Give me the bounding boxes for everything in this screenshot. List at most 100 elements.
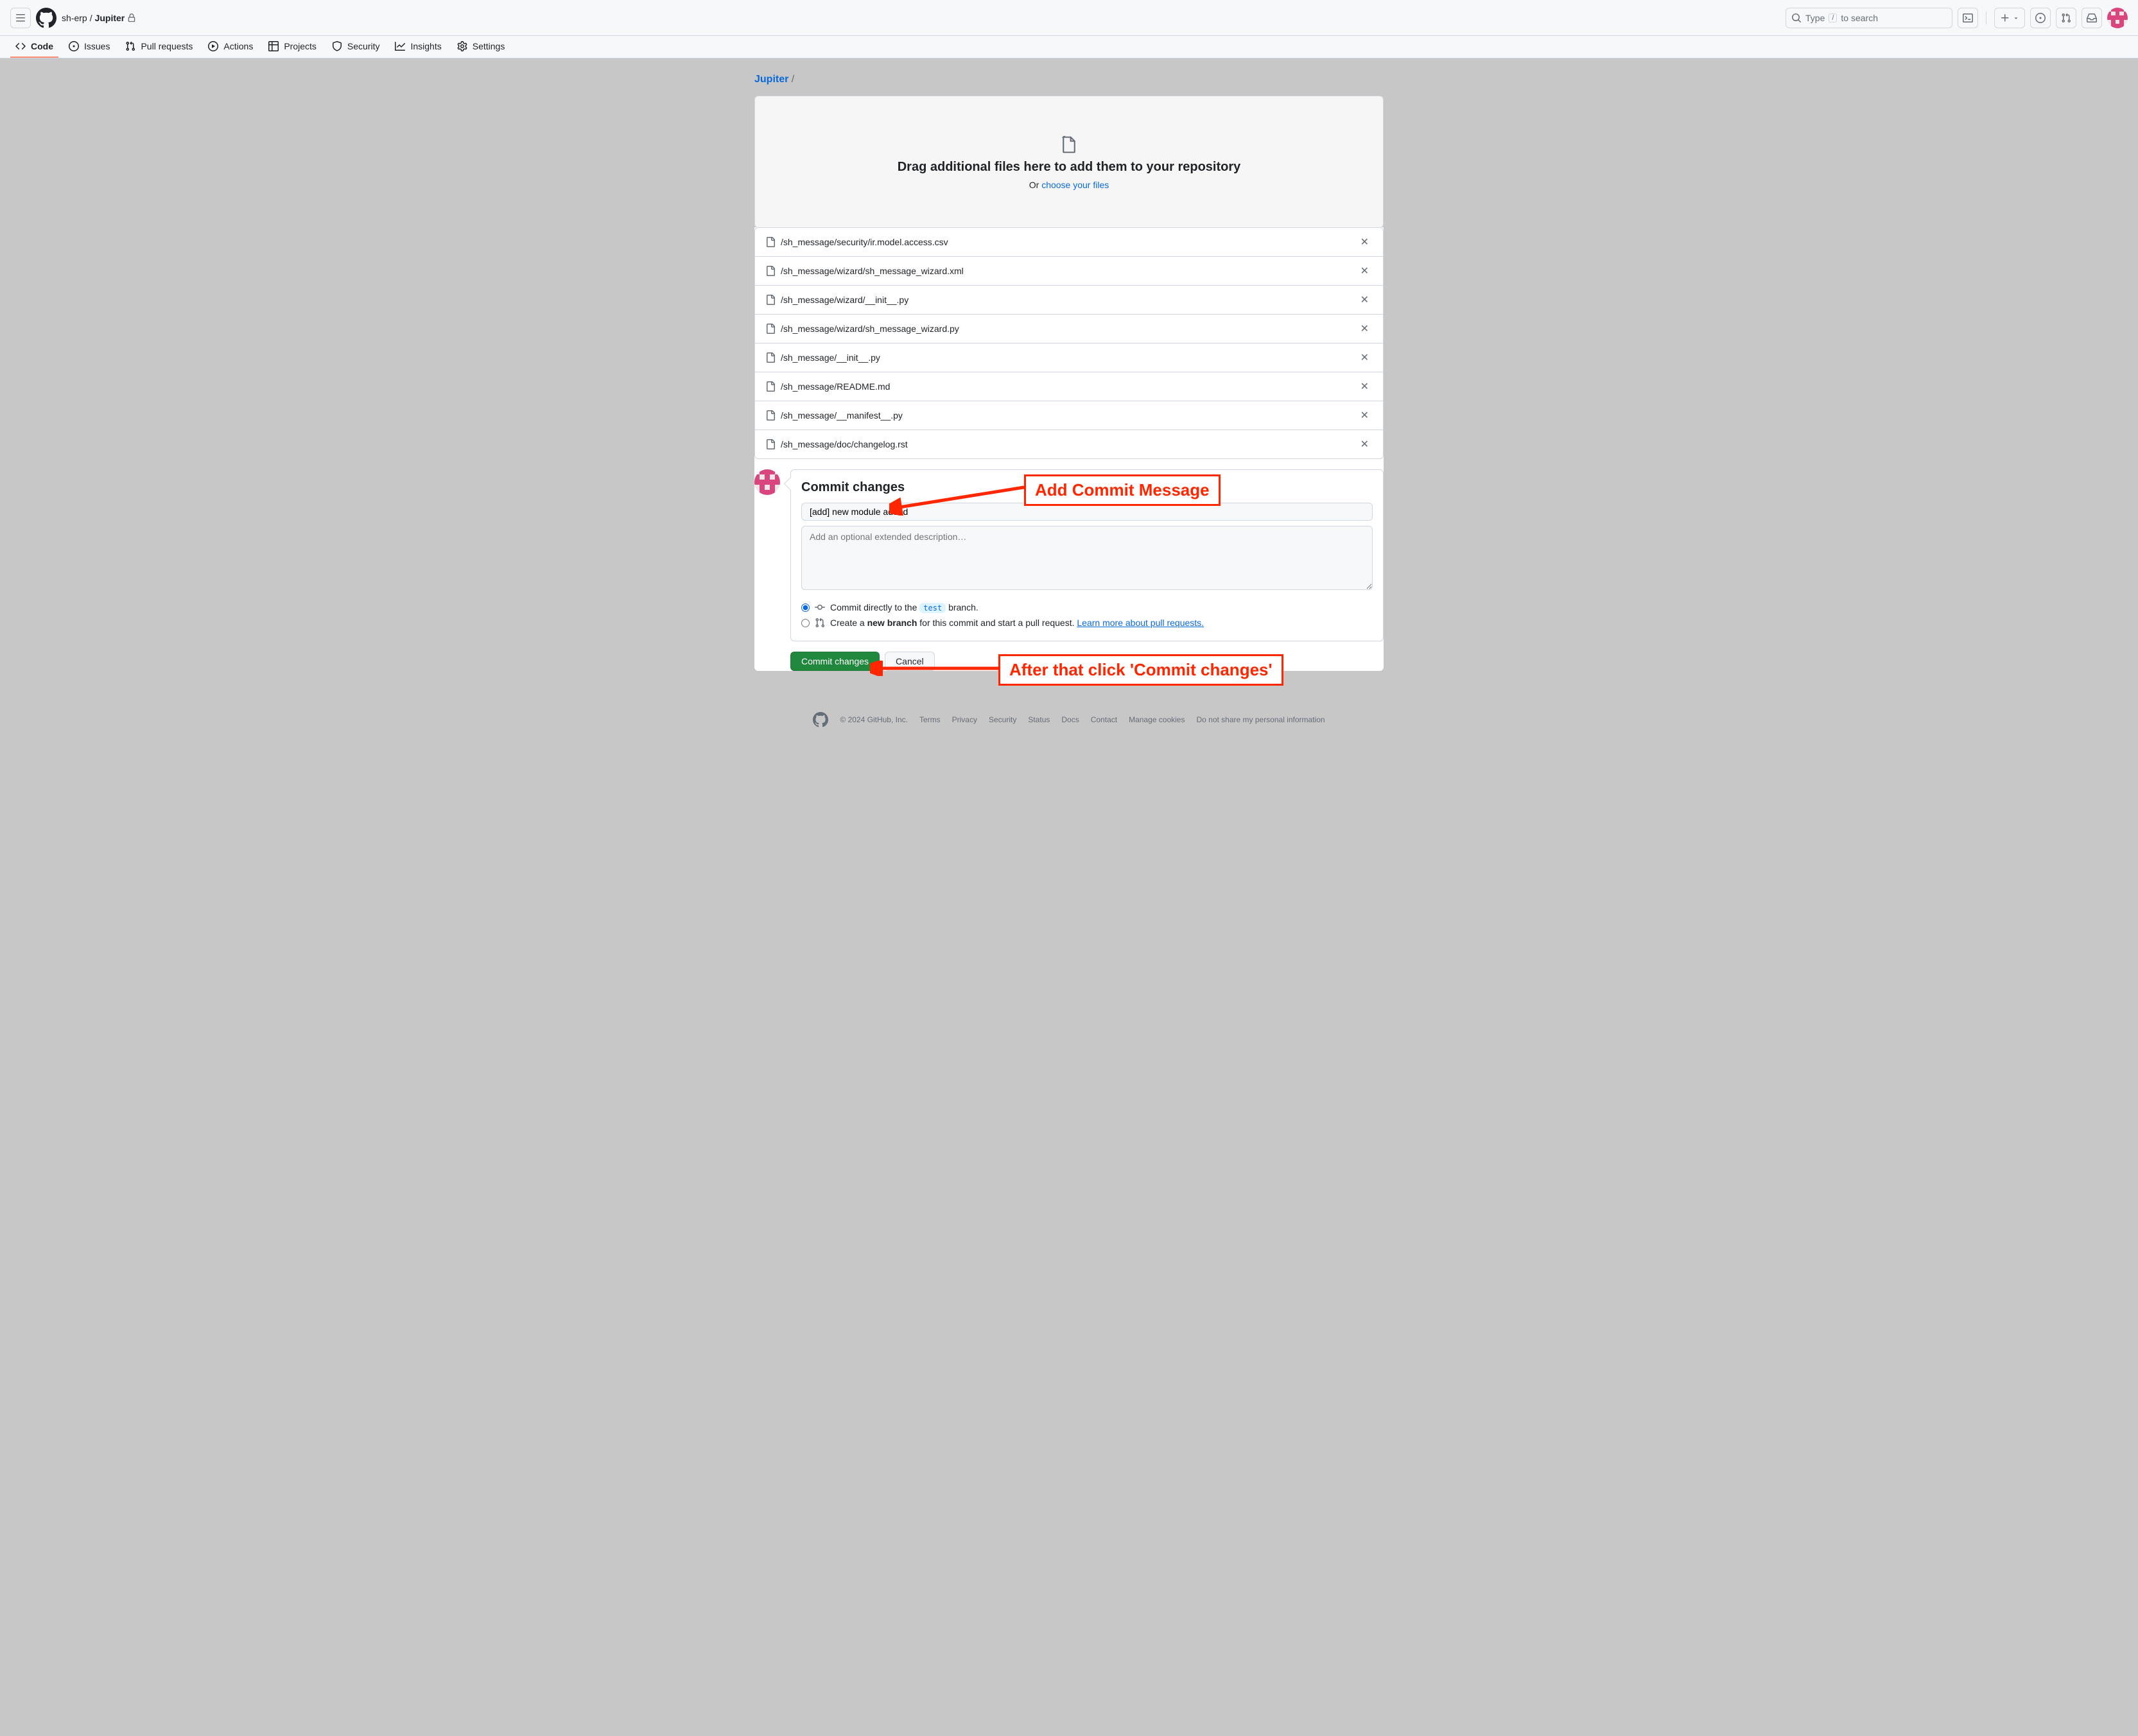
search-input[interactable]: Type / to search [1786,8,1952,28]
tab-settings[interactable]: Settings [452,36,510,58]
footer-logo [813,712,828,727]
site-footer: © 2024 GitHub, Inc. Terms Privacy Securi… [744,712,1394,727]
radio-commit-direct-input[interactable] [801,603,810,612]
repo-link[interactable]: Jupiter [95,13,125,23]
user-avatar-button[interactable] [2107,8,2128,28]
tab-pulls[interactable]: Pull requests [120,36,198,58]
hamburger-icon [15,13,26,23]
search-icon [1791,13,1802,23]
create-new-button[interactable] [1994,8,2025,28]
gear-icon [457,41,467,51]
breadcrumb-repo-link[interactable]: Jupiter [754,74,788,85]
tab-security[interactable]: Security [327,36,385,58]
file-path: /sh_message/wizard/sh_message_wizard.py [781,324,1351,334]
github-mark-icon [813,712,828,727]
footer-personal-link[interactable]: Do not share my personal information [1196,715,1325,724]
tab-insights-label: Insights [410,41,441,51]
tab-projects[interactable]: Projects [263,36,322,58]
dropzone-heading: Drag additional files here to add them t… [898,160,1241,175]
file-path: /sh_message/wizard/sh_message_wizard.xml [781,266,1351,276]
tab-issues[interactable]: Issues [64,36,115,58]
remove-file-button[interactable]: ✕ [1357,234,1373,250]
branch-name-badge: test [919,603,946,613]
page-breadcrumb: Jupiter / [754,74,1384,85]
github-logo[interactable] [36,8,56,28]
file-icon [765,381,776,392]
header-breadcrumb: sh-erp / Jupiter [62,13,136,23]
repo-nav: Code Issues Pull requests Actions Projec… [0,36,2138,58]
remove-file-button[interactable]: ✕ [1357,350,1373,365]
notifications-button[interactable] [2082,8,2102,28]
radio-new-branch[interactable]: Create a new branch for this commit and … [801,615,1373,630]
commit-target-options: Commit directly to the test branch. Crea… [801,600,1373,630]
tab-actions[interactable]: Actions [203,36,258,58]
commit-avatar [754,469,780,495]
tab-pulls-label: Pull requests [141,41,193,51]
file-path: /sh_message/__init__.py [781,352,1351,363]
radio-direct-post: branch. [948,602,978,612]
footer-contact-link[interactable]: Contact [1091,715,1117,724]
code-icon [15,41,26,51]
hamburger-menu-button[interactable] [10,8,31,28]
cancel-button[interactable]: Cancel [885,652,935,671]
github-mark-icon [36,8,56,28]
tab-issues-label: Issues [84,41,110,51]
footer-docs-link[interactable]: Docs [1061,715,1079,724]
main-content: Jupiter / Drag additional files here to … [744,58,1394,686]
file-dropzone[interactable]: Drag additional files here to add them t… [754,96,1384,228]
footer-cookies-link[interactable]: Manage cookies [1129,715,1185,724]
radio-direct-pre: Commit directly to the [830,602,919,612]
command-palette-button[interactable] [1958,8,1978,28]
caret-down-icon [2013,15,2019,21]
footer-copyright: © 2024 GitHub, Inc. [840,715,908,724]
remove-file-button[interactable]: ✕ [1357,437,1373,452]
slash-key-hint: / [1829,13,1837,22]
footer-status-link[interactable]: Status [1028,715,1050,724]
pull-requests-global-button[interactable] [2056,8,2076,28]
file-row: /sh_message/__init__.py ✕ [755,343,1383,372]
radio-newbranch-post: for this commit and start a pull request… [919,618,1077,628]
tab-security-label: Security [347,41,380,51]
learn-more-pulls-link[interactable]: Learn more about pull requests. [1077,618,1204,628]
app-header: sh-erp / Jupiter Type / to search [0,0,2138,36]
file-row: /sh_message/README.md ✕ [755,372,1383,401]
commit-description-textarea[interactable] [801,526,1373,590]
graph-icon [395,41,405,51]
uploaded-files-list: /sh_message/security/ir.model.access.csv… [754,227,1384,459]
radio-newbranch-pre: Create a [830,618,867,628]
pull-request-icon [2061,13,2071,23]
file-icon [1060,134,1078,155]
dot-circle-icon [2035,13,2046,23]
file-icon [765,439,776,449]
remove-file-button[interactable]: ✕ [1357,263,1373,279]
file-path: /sh_message/README.md [781,381,1351,392]
radio-new-branch-input[interactable] [801,619,810,627]
radio-commit-direct[interactable]: Commit directly to the test branch. [801,600,1373,615]
search-placeholder-post: to search [1841,13,1878,23]
file-path: /sh_message/doc/changelog.rst [781,439,1351,449]
tab-code-label: Code [31,41,53,51]
table-icon [268,41,279,51]
remove-file-button[interactable]: ✕ [1357,292,1373,308]
tab-code[interactable]: Code [10,36,58,58]
footer-security-link[interactable]: Security [989,715,1016,724]
search-placeholder-pre: Type [1805,13,1825,23]
choose-files-link[interactable]: choose your files [1041,180,1109,190]
issues-global-button[interactable] [2030,8,2051,28]
file-path: /sh_message/wizard/__init__.py [781,295,1351,305]
file-path: /sh_message/__manifest__.py [781,410,1351,421]
footer-terms-link[interactable]: Terms [919,715,941,724]
file-path: /sh_message/security/ir.model.access.csv [781,237,1351,247]
pull-request-icon [815,618,825,628]
radio-newbranch-bold: new branch [867,618,917,628]
remove-file-button[interactable]: ✕ [1357,379,1373,394]
file-icon [765,410,776,421]
tab-insights[interactable]: Insights [390,36,446,58]
owner-link[interactable]: sh-erp [62,13,87,23]
avatar-image [754,469,780,495]
footer-privacy-link[interactable]: Privacy [952,715,977,724]
commit-changes-button[interactable]: Commit changes [790,652,880,671]
file-row: /sh_message/wizard/sh_message_wizard.xml… [755,257,1383,286]
remove-file-button[interactable]: ✕ [1357,321,1373,336]
remove-file-button[interactable]: ✕ [1357,408,1373,423]
